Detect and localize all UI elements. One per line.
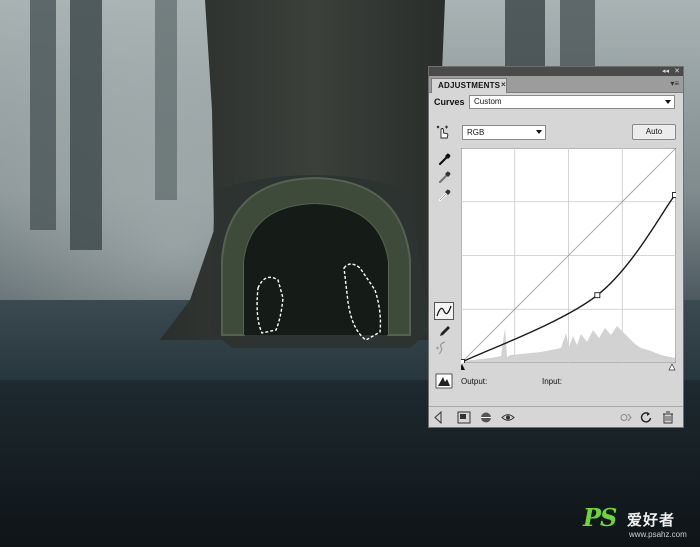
hand-finger-icon[interactable]	[435, 124, 451, 140]
input-slider-track	[461, 363, 676, 371]
preset-value: Custom	[474, 97, 502, 106]
auto-button[interactable]: Auto	[632, 124, 676, 140]
output-label: Output:	[461, 377, 488, 386]
watermark-url: www.psahz.com	[629, 530, 687, 539]
input-label: Input:	[542, 377, 563, 386]
tab-adjustments[interactable]: ADJUSTMENTS	[431, 78, 508, 93]
preset-dropdown[interactable]: Custom	[469, 95, 675, 109]
black-point-slider[interactable]	[461, 364, 465, 370]
clipping-warning-icon[interactable]	[435, 373, 453, 389]
eye-icon[interactable]	[501, 411, 515, 424]
back-arrow-icon[interactable]	[433, 411, 447, 424]
chevron-down-icon	[536, 130, 542, 134]
adjustment-type-label: Curves	[434, 97, 465, 107]
collapse-panel-button[interactable]: ◂◂	[662, 67, 669, 76]
watermark-logo: PS	[583, 503, 617, 532]
white-eyedropper-icon[interactable]	[437, 187, 453, 203]
reset-icon[interactable]	[639, 411, 653, 424]
curve-control-point[interactable]	[672, 191, 677, 198]
curve-control-point[interactable]	[594, 292, 601, 299]
view-previous-state-icon[interactable]	[619, 411, 633, 424]
tab-close-icon[interactable]: ×	[501, 78, 506, 92]
watermark-chinese-text: 爱好者	[627, 512, 676, 529]
gray-eyedropper-icon[interactable]	[437, 169, 453, 185]
curve-points-icon[interactable]	[434, 302, 454, 320]
expanded-view-icon[interactable]	[457, 411, 471, 424]
white-point-slider[interactable]	[668, 363, 676, 371]
chevron-down-icon	[665, 100, 671, 104]
channel-dropdown[interactable]: RGB	[462, 125, 546, 140]
trash-icon[interactable]	[661, 411, 675, 424]
adjustments-panel: ◂◂ ✕ ADJUSTMENTS × ▾≡ Curves Custom RGB …	[428, 66, 684, 428]
black-eyedropper-icon[interactable]	[437, 151, 453, 167]
close-panel-button[interactable]: ✕	[674, 67, 680, 76]
smooth-curve-icon[interactable]	[435, 340, 451, 356]
panel-bottom-bar	[429, 406, 683, 428]
site-watermark: PS 爱好者 www.psahz.com	[583, 503, 693, 543]
curves-graph[interactable]	[461, 148, 676, 363]
clip-to-layer-icon[interactable]	[479, 411, 493, 424]
panel-tab-bar: ADJUSTMENTS × ▾≡	[429, 76, 683, 93]
pencil-icon[interactable]	[437, 323, 453, 339]
channel-value: RGB	[467, 128, 485, 137]
panel-menu-icon[interactable]: ▾≡	[670, 79, 679, 89]
panel-title-strip: ◂◂ ✕	[429, 67, 683, 76]
